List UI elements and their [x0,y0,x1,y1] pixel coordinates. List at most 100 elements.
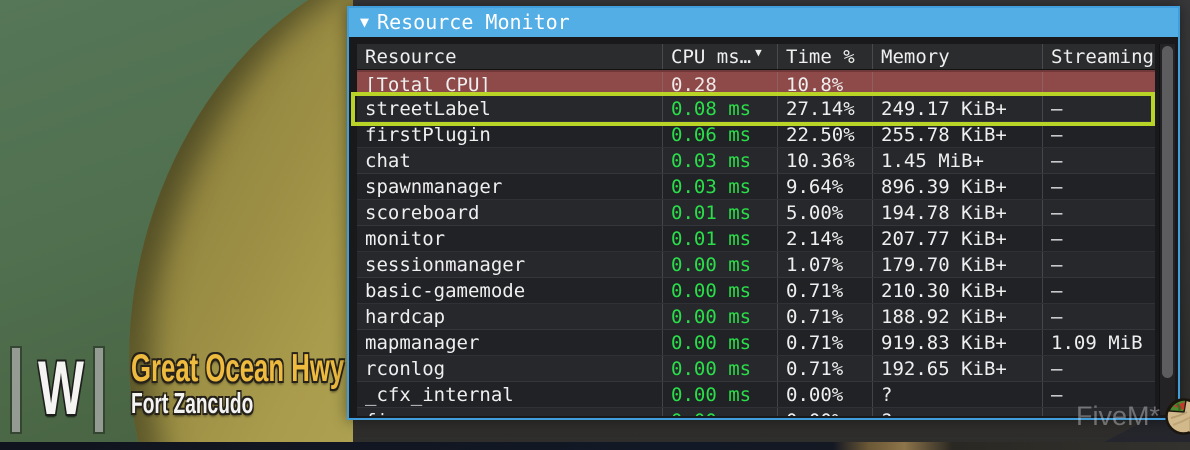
table-row-total-cpu[interactable]: [Total CPU] 0.28 10.8% [357,70,1155,96]
cell-cpu: 0.00 ms [662,330,777,355]
cell-streaming [1042,72,1155,95]
scrollbar-thumb[interactable] [1162,46,1173,378]
column-header-memory[interactable]: Memory [872,44,1042,69]
cell-time: 0.71% [777,356,872,381]
table-row-fivem[interactable]: fivem0.00 ms0.00%? [357,408,1155,416]
cell-streaming: – [1042,200,1155,225]
collapse-triangle-icon[interactable]: ▼ [360,13,369,31]
cell-memory: ? [872,408,1042,416]
cell-cpu: 0.06 ms [662,122,777,147]
cell-resource: streetLabel [365,98,491,120]
cell-memory: ? [872,382,1042,407]
cell-streaming: – [1042,122,1155,147]
watermark-text: FiveM* [1076,401,1161,431]
cell-streaming: – [1042,304,1155,329]
cell-memory: 207.77 KiB+ [872,226,1042,251]
table-row-basic-gamemode[interactable]: basic-gamemode 0.00 ms 0.71% 210.30 KiB+ – [357,278,1155,304]
resource-table: Resource CPU ms… ▼ Time % Memory Streamin… [357,44,1155,416]
cell-time: 0.71% [777,304,872,329]
cell-memory: 210.30 KiB+ [872,278,1042,303]
table-rows: [Total CPU] 0.28 10.8% streetLabel 0.08 ms 27… [357,70,1155,416]
cell-memory: 188.92 KiB+ [872,304,1042,329]
cell-streaming: – [1042,96,1155,121]
table-row-hardcap[interactable]: hardcap 0.00 ms 0.71% 188.92 KiB+ – [357,304,1155,330]
cell-memory: 194.78 KiB+ [872,200,1042,225]
street-label-hud: W Great Ocean Hwy Fort Zancudo [0,340,345,440]
cell-resource: basic-gamemode [365,280,526,302]
cell-time: 0.71% [777,330,872,355]
cell-streaming: – [1042,356,1155,381]
cell-memory: 192.65 KiB+ [872,356,1042,381]
cell-time: 9.64% [777,174,872,199]
cell-resource: [Total CPU] [365,74,491,95]
cell-memory: 919.83 KiB+ [872,330,1042,355]
table-row-chat[interactable]: chat 0.03 ms 10.36% 1.45 MiB+ – [357,148,1155,174]
cell-memory: 179.70 KiB+ [872,252,1042,277]
divider-bar-left [12,348,20,432]
cell-cpu: 0.03 ms [662,174,777,199]
background-bottom-strip [0,442,1190,450]
street-name: Great Ocean Hwy [131,347,345,390]
table-row-scoreboard[interactable]: scoreboard 0.01 ms 5.00% 194.78 KiB+ – [357,200,1155,226]
table-row-streetlabel[interactable]: streetLabel 0.08 ms 27.14% 249.17 KiB+ – [357,96,1155,122]
cell-streaming: – [1042,226,1155,251]
column-header-time[interactable]: Time % [777,44,872,69]
table-header: Resource CPU ms… ▼ Time % Memory Streamin… [357,44,1155,70]
cell-resource: mapmanager [365,332,480,354]
cell-resource: _cfx_internal [365,384,514,406]
cell-cpu: 0.00 ms [662,356,777,381]
cell-resource: sessionmanager [365,254,526,276]
table-row-rconlog[interactable]: rconlog 0.00 ms 0.71% 192.65 KiB+ – [357,356,1155,382]
cell-time: 10.36% [777,148,872,173]
cell-cpu: 0.00 ms [662,304,777,329]
divider-bar-right [95,348,103,432]
cell-memory: 255.78 KiB+ [872,122,1042,147]
scrollbar[interactable] [1159,44,1175,415]
cell-resource: scoreboard [365,202,480,224]
cell-resource: spawnmanager [365,176,503,198]
cell-time: 27.14% [777,96,872,121]
column-header-streaming[interactable]: Streaming [1042,44,1155,69]
cell-time: 1.07% [777,252,872,277]
cell-cpu: 0.00 ms [662,278,777,303]
cell-time: 0.71% [777,278,872,303]
cell-time: 22.50% [777,122,872,147]
cell-time: 2.14% [777,226,872,251]
table-row-cfx-internal[interactable]: _cfx_internal 0.00 ms 0.00%? – [357,382,1155,408]
cell-cpu: 0.01 ms [662,200,777,225]
table-row-sessionmanager[interactable]: sessionmanager 0.00 ms 1.07% 179.70 KiB+ – [357,252,1155,278]
cell-time: 10.8% [777,72,872,95]
cell-cpu: 0.28 [662,72,777,95]
table-row-spawnmanager[interactable]: spawnmanager 0.03 ms 9.64% 896.39 KiB+ – [357,174,1155,200]
cell-resource: fivem [357,408,662,416]
cell-cpu: 0.00 ms [662,252,777,277]
fivem-logo-icon [1165,398,1190,435]
cell-resource: chat [365,150,411,172]
resource-monitor-panel: ▼ Resource Monitor Resource CPU ms… ▼ Time… [347,6,1180,420]
resource-monitor-titlebar[interactable]: ▼ Resource Monitor [349,8,1178,37]
cell-streaming: 1.09 MiB [1042,330,1155,355]
table-row-monitor[interactable]: monitor 0.01 ms 2.14% 207.77 KiB+ – [357,226,1155,252]
cell-cpu: 0.08 ms [662,96,777,121]
sort-arrow-icon: ▼ [755,46,762,59]
table-row-mapmanager[interactable]: mapmanager 0.00 ms 0.71% 919.83 KiB+ 1.09 Mi… [357,330,1155,356]
compass-direction: W [38,346,84,431]
cell-cpu: 0.03 ms [662,148,777,173]
cell-resource: firstPlugin [365,124,491,146]
cell-time: 0.00% [777,382,872,407]
area-name: Fort Zancudo [131,388,254,420]
table-row-firstplugin[interactable]: firstPlugin 0.06 ms 22.50% 255.78 KiB+ – [357,122,1155,148]
cell-time: 5.00% [777,200,872,225]
cell-memory: 1.45 MiB+ [872,148,1042,173]
cell-resource: monitor [365,228,446,250]
column-header-cpu[interactable]: CPU ms… ▼ [662,44,777,69]
window-title: Resource Monitor [377,10,570,34]
column-header-resource[interactable]: Resource [357,44,662,69]
screenshot-root: W Great Ocean Hwy Fort Zancudo ▼ Resource… [0,0,1190,450]
cell-cpu: 0.00 ms [662,408,777,416]
cell-time: 0.00% [777,408,872,416]
cell-streaming: – [1042,174,1155,199]
cell-cpu: 0.01 ms [662,226,777,251]
cell-memory: 249.17 KiB+ [872,96,1042,121]
fivem-watermark: FiveM* [1076,398,1190,435]
